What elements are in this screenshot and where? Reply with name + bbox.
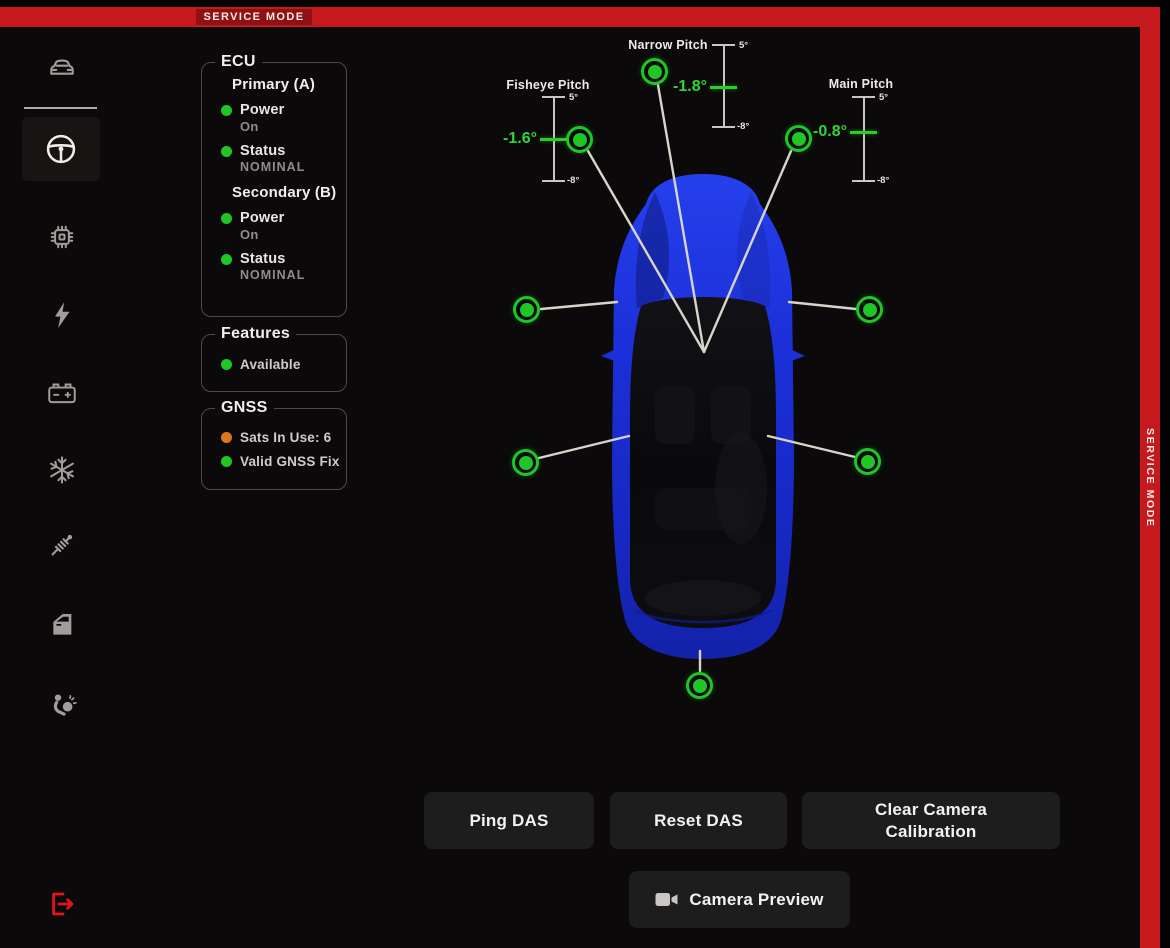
gauge-fisheye-min: -8°: [567, 175, 579, 186]
gauge-main-max: 5°: [879, 92, 888, 103]
gauge-main-tick-min: [852, 180, 875, 182]
camera-indicator-left-repeater: [512, 449, 539, 476]
gauge-narrow-min: -8°: [737, 121, 749, 132]
video-camera-icon: [655, 891, 679, 908]
gauge-fisheye-marker: [540, 138, 567, 141]
gauge-main-value: -0.8°: [797, 123, 847, 141]
camera-indicator-front-fisheye: [566, 126, 593, 153]
camera-preview-label: Camera Preview: [689, 890, 823, 910]
camera-indicator-right-repeater: [854, 448, 881, 475]
gauge-main-label: Main Pitch: [801, 77, 921, 91]
camera-indicator-rear: [686, 672, 713, 699]
gauge-narrow-value: -1.8°: [657, 78, 707, 96]
camera-indicator-left-pillar: [513, 296, 540, 323]
gauge-fisheye-max: 5°: [569, 92, 578, 103]
gauge-narrow-tick-max: [712, 44, 735, 46]
reset-das-label: Reset DAS: [654, 811, 743, 831]
clear-camera-calibration-label: Clear Camera Calibration: [846, 799, 1016, 842]
ping-das-label: Ping DAS: [469, 811, 548, 831]
gauge-narrow-label: Narrow Pitch: [608, 38, 728, 52]
gauge-narrow-max: 5°: [739, 40, 748, 51]
gauge-fisheye-tick-max: [542, 96, 565, 98]
gauge-fisheye-tick-min: [542, 180, 565, 182]
gauge-fisheye-value: -1.6°: [487, 130, 537, 148]
gauge-fisheye-label: Fisheye Pitch: [488, 78, 608, 92]
gauge-narrow-marker: [710, 86, 737, 89]
gauge-main-marker: [850, 131, 877, 134]
reset-das-button[interactable]: Reset DAS: [610, 792, 787, 849]
gauge-main-min: -8°: [877, 175, 889, 186]
service-mode-screen: SERVICE MODE SERVICE MODE: [0, 0, 1170, 948]
camera-preview-button[interactable]: Camera Preview: [629, 871, 850, 928]
gauge-main-scale: [863, 97, 865, 182]
camera-indicator-right-pillar: [856, 296, 883, 323]
clear-camera-calibration-button[interactable]: Clear Camera Calibration: [802, 792, 1060, 849]
gauge-narrow-tick-min: [712, 126, 735, 128]
ping-das-button[interactable]: Ping DAS: [424, 792, 594, 849]
gauge-main-tick-max: [852, 96, 875, 98]
